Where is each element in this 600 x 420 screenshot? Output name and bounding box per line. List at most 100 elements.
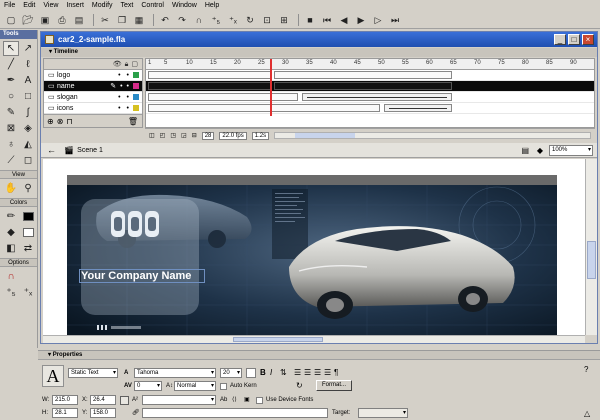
copy-icon[interactable]: ❐ (115, 13, 129, 27)
layer-row-name[interactable]: ▭ name ✎ • • (44, 81, 142, 92)
line-tool-icon[interactable]: ╱ (3, 57, 19, 72)
font-size-field[interactable]: 20 ▾ (220, 368, 242, 378)
visibility-dot[interactable]: • (120, 83, 122, 90)
lock-dot[interactable]: • (127, 83, 129, 90)
visibility-dot[interactable]: • (118, 105, 120, 112)
edit-multiple-icon[interactable]: ◲ (181, 132, 187, 139)
go-to-end-icon[interactable]: ⏭ (388, 13, 402, 27)
playhead[interactable] (270, 59, 272, 116)
smooth-option-icon[interactable]: ⁺₅ (3, 285, 19, 300)
html-icon[interactable]: ⟨⟩ (232, 395, 237, 405)
border-icon[interactable]: ▣ (244, 395, 250, 405)
lock-icon[interactable]: 🔒︎ (125, 59, 129, 70)
frame-row-name[interactable] (146, 81, 594, 92)
stage-area[interactable]: Your Company Name (43, 159, 585, 343)
properties-header[interactable]: ▾ Properties (38, 351, 600, 360)
align-left-icon[interactable]: ☰ (294, 368, 301, 378)
menu-text[interactable]: Text (117, 0, 138, 11)
menu-file[interactable]: File (0, 0, 19, 11)
onion-markers-icon[interactable]: ⊟ (192, 132, 197, 139)
maximize-button[interactable]: □ (568, 34, 580, 45)
undo-icon[interactable]: ↶ (158, 13, 172, 27)
help-icon[interactable]: ? (584, 365, 588, 375)
paragraph-icon[interactable]: ¶ (334, 368, 338, 378)
center-frame-icon[interactable]: ◫ (149, 132, 155, 139)
hand-tool-icon[interactable]: ✋ (3, 181, 19, 196)
add-guide-layer-icon[interactable]: ⊗ (57, 117, 64, 126)
subselect-tool-icon[interactable]: ↗ (20, 41, 36, 56)
eyedropper-tool-icon[interactable]: ⟋ (3, 153, 19, 168)
frame-ruler[interactable]: 1 5 10 15 20 25 30 35 40 45 50 55 60 65 … (146, 59, 594, 70)
print-preview-icon[interactable]: ▤ (72, 13, 86, 27)
height-field[interactable]: 28.1 (52, 408, 78, 418)
scene-name[interactable]: Scene 1 (77, 147, 103, 154)
layer-row-slogan[interactable]: ▭ slogan • • (44, 92, 142, 103)
menu-view[interactable]: View (39, 0, 62, 11)
lock-dot[interactable]: • (127, 105, 129, 112)
text-tool-icon[interactable]: A (20, 73, 36, 88)
arrow-tool-icon[interactable]: ↖ (3, 41, 19, 56)
fill-swatch[interactable] (20, 225, 36, 240)
swap-colors-icon[interactable]: ⇄ (20, 241, 36, 256)
open-folder-icon[interactable]: 📂︎ (21, 13, 35, 27)
y-field[interactable]: 158.0 (90, 408, 116, 418)
brush-tool-icon[interactable]: ∫ (20, 105, 36, 120)
italic-button[interactable]: I (270, 368, 272, 378)
snap-magnet-option-icon[interactable]: ∩ (3, 269, 19, 284)
eraser-tool-icon[interactable]: ◻ (20, 153, 36, 168)
selectable-icon[interactable]: Ab (220, 395, 227, 405)
new-file-icon[interactable]: ▢ (4, 13, 18, 27)
layer-row-logo[interactable]: ▭ logo • • (44, 70, 142, 81)
text-color-swatch[interactable] (246, 368, 256, 378)
onion-outline-icon[interactable]: ◳ (170, 132, 176, 139)
default-colors-icon[interactable]: ◧ (3, 241, 19, 256)
target-select[interactable]: ▾ (358, 408, 408, 418)
close-button[interactable]: × (582, 34, 594, 45)
free-transform-tool-icon[interactable]: ⊠ (3, 121, 19, 136)
print-icon[interactable]: ⎙ (55, 13, 69, 27)
url-link-field[interactable] (142, 408, 328, 418)
oval-tool-icon[interactable]: ○ (3, 89, 19, 104)
trash-icon[interactable]: 🗑︎ (128, 117, 138, 126)
eye-icon[interactable]: 👁︎ (113, 59, 122, 70)
frames-grid[interactable]: 1 5 10 15 20 25 30 35 40 45 50 55 60 65 … (145, 58, 595, 128)
timeline-header[interactable]: ▾ Timeline (41, 48, 597, 57)
align-icon[interactable]: ⊞ (277, 13, 291, 27)
visibility-dot[interactable]: • (118, 72, 120, 79)
zoom-select[interactable]: 100% ▾ (549, 145, 593, 156)
paste-icon[interactable]: ▦ (132, 13, 146, 27)
company-name-text[interactable]: Your Company Name (79, 269, 205, 283)
play-icon[interactable]: ▶ (354, 13, 368, 27)
straighten-option-icon[interactable]: ⁺ₓ (20, 285, 36, 300)
frame-row-icons[interactable] (146, 103, 594, 114)
rewind-start-icon[interactable]: ⏮ (320, 13, 334, 27)
menu-modify[interactable]: Modify (88, 0, 117, 11)
x-field[interactable]: 26.4 (90, 395, 116, 405)
scale-icon[interactable]: ⊡ (260, 13, 274, 27)
step-forward-icon[interactable]: ▷ (371, 13, 385, 27)
rotate-icon[interactable]: ↻ (243, 13, 257, 27)
zoom-tool-icon[interactable]: ⚲ (20, 181, 36, 196)
pencil-tool-icon[interactable]: ✎ (3, 105, 19, 120)
auto-kern-checkbox[interactable] (220, 383, 227, 390)
bold-button[interactable]: B (260, 368, 266, 378)
justify-icon[interactable]: ☰ (324, 368, 331, 378)
link-icon[interactable]: 🔗︎ (132, 408, 140, 418)
add-layer-icon[interactable]: ⊕ (47, 117, 54, 126)
fill-color-icon[interactable]: ◆ (3, 225, 19, 240)
timeline-hscroll[interactable] (274, 132, 591, 139)
format-button[interactable]: Format... (316, 380, 352, 391)
alias-text-icon[interactable]: A² (132, 395, 138, 405)
stage-canvas[interactable]: Your Company Name (67, 175, 557, 343)
scroll-thumb[interactable] (587, 241, 596, 279)
lock-dot[interactable]: • (127, 72, 129, 79)
rectangle-tool-icon[interactable]: □ (20, 89, 36, 104)
alias-select[interactable]: ▾ (142, 395, 216, 405)
position-grid-icon[interactable] (120, 396, 129, 405)
snap-magnet-icon[interactable]: ∩ (192, 13, 206, 27)
collapse-icon[interactable]: △ (584, 409, 590, 419)
layer-row-icons[interactable]: ▭ icons • • (44, 103, 142, 114)
rotate-text-icon[interactable]: ↻ (296, 381, 303, 391)
font-select[interactable]: Tahoma ▾ (134, 368, 216, 378)
stage-horizontal-scrollbar[interactable] (43, 335, 585, 343)
